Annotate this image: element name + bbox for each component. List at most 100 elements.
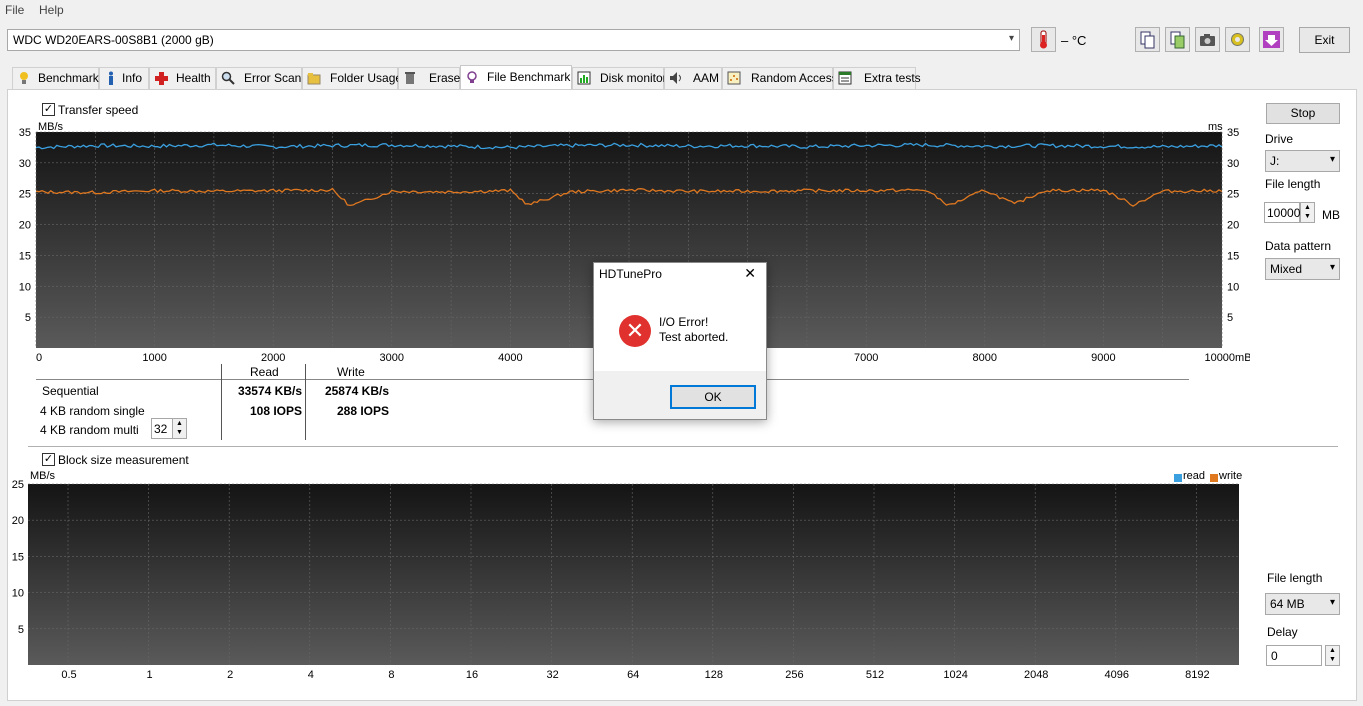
- trash-icon: [403, 71, 417, 85]
- y2-tick-label: 5: [1227, 312, 1233, 324]
- sequential-read-value: 33574 KB/s: [237, 384, 302, 398]
- menu-file[interactable]: File: [5, 3, 24, 17]
- x-tick-label: 32: [546, 669, 558, 681]
- info-icon: [104, 71, 118, 85]
- block-size-checkbox[interactable]: ✓: [42, 453, 55, 466]
- file-benchmark-icon: [465, 70, 479, 84]
- x-tick-label: 16: [466, 669, 478, 681]
- x-tick-label: 2: [227, 669, 233, 681]
- stop-button[interactable]: Stop: [1266, 103, 1340, 124]
- drive-dropdown[interactable]: WDC WD20EARS-00S8B1 (2000 gB) ▾: [7, 29, 1020, 51]
- menu-bar: File Help: [0, 0, 1363, 21]
- y2-tick-label: 15: [1227, 250, 1239, 262]
- x-tick-label: 9000: [1091, 352, 1115, 364]
- tab-extra-tests[interactable]: Extra tests: [833, 67, 921, 89]
- results-col-separator: [221, 364, 222, 440]
- block-file-length-label: File length: [1267, 571, 1323, 585]
- tab-health[interactable]: Health: [149, 67, 216, 89]
- x-tick-label: 8000: [973, 352, 997, 364]
- y2-tick-label: 25: [1227, 189, 1239, 201]
- chevron-down-icon: ▾: [1329, 154, 1335, 165]
- block-file-length-select[interactable]: 64 MB ▾: [1265, 593, 1340, 615]
- random-single-label: 4 KB random single: [40, 404, 145, 418]
- options-gear-icon[interactable]: [1225, 27, 1250, 52]
- tab-aam[interactable]: AAM: [664, 67, 722, 89]
- x-tick-label: 4: [308, 669, 314, 681]
- drive-label: Drive: [1265, 132, 1294, 146]
- health-cross-icon: [154, 71, 168, 85]
- error-dialog: HDTunePro ✕ ✕ I/O Error! Test aborted. O…: [593, 262, 767, 420]
- block-size-chart: 25 20 15 10 5 0.5 1 2 4 8 16 32 64 128 256 512 1024 2048 4…: [12, 480, 1239, 681]
- results-write-header: Write: [337, 365, 365, 379]
- x-tick-label: 1000: [142, 352, 166, 364]
- y-tick-label: 35: [19, 127, 31, 139]
- close-icon[interactable]: ✕: [744, 265, 756, 282]
- disk-monitor-icon: [577, 71, 591, 85]
- tab-erase[interactable]: Erase: [398, 67, 460, 89]
- drive-letter-select[interactable]: J: ▾: [1265, 150, 1340, 172]
- random-multi-queue-input[interactable]: 32: [151, 418, 173, 439]
- file-length-input[interactable]: 10000: [1264, 202, 1300, 223]
- copy-text-icon[interactable]: [1135, 27, 1160, 52]
- chevron-down-icon: ▾: [1329, 597, 1335, 608]
- transfer-speed-checkbox[interactable]: ✓: [42, 103, 55, 116]
- file-length-spinner[interactable]: ▲ ▼: [1300, 202, 1315, 223]
- y-tick-label: 20: [19, 220, 31, 232]
- dialog-message-line1: I/O Error!: [659, 315, 709, 329]
- tab-folder-usage[interactable]: Folder Usage: [302, 67, 402, 89]
- data-pattern-label: Data pattern: [1265, 239, 1332, 253]
- tab-strip: Benchmark Info Health Error Scan Folder …: [7, 65, 1357, 89]
- block-size-label: Block size measurement: [58, 453, 189, 467]
- error-icon: ✕: [619, 315, 651, 347]
- x-tick-label: 7000: [854, 352, 878, 364]
- transfer-speed-label: Transfer speed: [58, 103, 139, 117]
- y2-tick-label: 20: [1227, 220, 1239, 232]
- x-tick-label: 128: [705, 669, 723, 681]
- delay-spinner[interactable]: ▲ ▼: [1325, 645, 1340, 666]
- chevron-down-icon: ▾: [1008, 33, 1014, 44]
- x-tick-label: 3000: [380, 352, 404, 364]
- queue-spinner[interactable]: ▲ ▼: [172, 418, 187, 439]
- tab-error-scan[interactable]: Error Scan: [216, 67, 302, 89]
- x-tick-label: 256: [785, 669, 803, 681]
- x-tick-label: 4096: [1105, 669, 1129, 681]
- random-single-write-value: 288 IOPS: [336, 404, 389, 418]
- magnifier-icon: [221, 71, 235, 85]
- random-multi-label: 4 KB random multi: [40, 423, 139, 437]
- y2-tick-label: 10: [1227, 281, 1239, 293]
- y-tick-label: 5: [25, 312, 31, 324]
- y-tick-label: 30: [19, 158, 31, 170]
- x-tick-label: 2000: [261, 352, 285, 364]
- copy-image-icon[interactable]: [1165, 27, 1190, 52]
- x-tick-label: 512: [866, 669, 884, 681]
- exit-button[interactable]: Exit: [1299, 27, 1350, 53]
- ok-button[interactable]: OK: [670, 385, 756, 409]
- tab-benchmark[interactable]: Benchmark: [12, 67, 99, 89]
- tab-file-benchmark[interactable]: File Benchmark: [460, 65, 572, 89]
- tab-disk-monitor[interactable]: Disk monitor: [572, 67, 667, 89]
- screenshot-camera-icon[interactable]: [1195, 27, 1220, 52]
- chevron-down-icon: ▾: [1329, 262, 1335, 273]
- sequential-label: Sequential: [42, 384, 99, 398]
- x-tick-label: 64: [627, 669, 639, 681]
- speaker-icon: [669, 71, 683, 85]
- extra-tests-icon: [838, 71, 852, 85]
- y-tick-label: 5: [18, 624, 24, 636]
- random-single-read-value: 108 IOPS: [249, 404, 302, 418]
- save-download-icon[interactable]: [1259, 27, 1284, 52]
- y-tick-label: 10: [12, 588, 24, 600]
- y-tick-label: 10: [19, 281, 31, 293]
- tab-info[interactable]: Info: [99, 67, 149, 89]
- dialog-message-line2: Test aborted.: [659, 330, 729, 344]
- data-pattern-select[interactable]: Mixed ▾: [1265, 258, 1340, 280]
- random-access-icon: [727, 71, 741, 85]
- tab-random-access[interactable]: Random Access: [722, 67, 838, 89]
- dialog-message: I/O Error! Test aborted.: [659, 315, 728, 345]
- x-tick-label: 8: [388, 669, 394, 681]
- drive-dropdown-value: WDC WD20EARS-00S8B1 (2000 gB): [13, 33, 214, 47]
- folder-icon: [307, 71, 321, 85]
- x-tick-label: 10000mB: [1204, 352, 1250, 364]
- delay-input[interactable]: 0: [1266, 645, 1322, 666]
- menu-help[interactable]: Help: [39, 3, 64, 17]
- x-tick-label: 0: [36, 352, 42, 364]
